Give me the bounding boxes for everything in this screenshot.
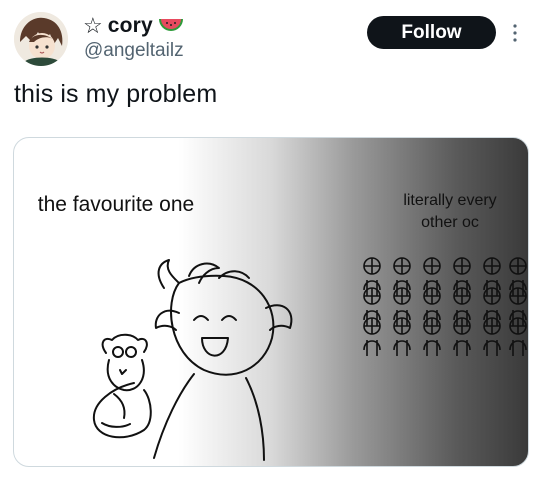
favourite-character-drawing xyxy=(92,259,293,461)
user-name-row[interactable]: ☆ cory xyxy=(83,13,184,39)
avatar[interactable] xyxy=(14,12,68,66)
star-icon: ☆ xyxy=(83,13,103,38)
watermelon-icon xyxy=(158,19,183,31)
drawing xyxy=(92,257,527,461)
more-vertical-icon[interactable] xyxy=(510,18,520,48)
tweet-media-image[interactable]: the favourite one literally every other … xyxy=(13,137,529,467)
user-handle[interactable]: @angeltailz xyxy=(84,40,184,62)
avatar-illustration xyxy=(14,12,68,66)
crowd-of-ocs-drawing xyxy=(363,257,527,356)
display-name[interactable]: cory xyxy=(108,14,153,38)
follow-button[interactable]: Follow xyxy=(367,16,496,49)
tweet-text: this is my problem xyxy=(14,80,218,108)
